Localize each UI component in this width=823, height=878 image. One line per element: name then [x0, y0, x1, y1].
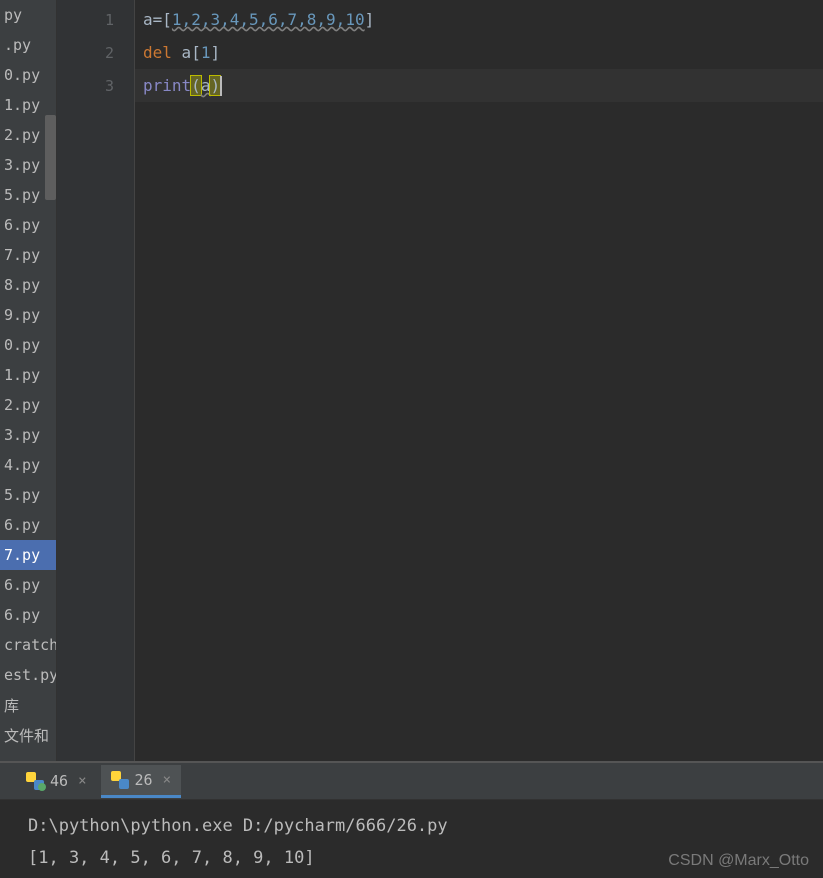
code-text-area[interactable]: a=[1,2,3,4,5,6,7,8,9,10] del a[1] print(… [135, 0, 823, 761]
run-tab-46[interactable]: 46 × [16, 766, 97, 796]
line-number: 1 [57, 3, 114, 36]
line-number: 3 [57, 69, 114, 102]
console-line: D:\python\python.exe D:/pycharm/666/26.p… [28, 810, 795, 842]
file-item[interactable]: .py [0, 30, 56, 60]
main-area: py.py0.py1.py2.py3.py5.py6.py7.py8.py9.p… [0, 0, 823, 761]
console-output[interactable]: D:\python\python.exe D:/pycharm/666/26.p… [0, 800, 823, 878]
file-list: py.py0.py1.py2.py3.py5.py6.py7.py8.py9.p… [0, 0, 56, 750]
file-item[interactable]: 0.py [0, 60, 56, 90]
run-tab-label: 46 [50, 772, 68, 790]
file-item[interactable]: py [0, 0, 56, 30]
close-icon[interactable]: × [163, 772, 171, 788]
code-line-1[interactable]: a=[1,2,3,4,5,6,7,8,9,10] [143, 3, 823, 36]
file-item[interactable]: 3.py [0, 420, 56, 450]
file-item[interactable]: 库 [0, 690, 56, 720]
file-item[interactable]: 7.py [0, 540, 56, 570]
file-item[interactable]: 9.py [0, 300, 56, 330]
file-item[interactable]: 0.py [0, 330, 56, 360]
file-item[interactable]: 6.py [0, 600, 56, 630]
run-panel: 46 × 26 × D:\python\python.exe D:/pychar… [0, 763, 823, 878]
line-number: 2 [57, 36, 114, 69]
code-editor[interactable]: 1 2 3 a=[1,2,3,4,5,6,7,8,9,10] del a[1] … [57, 0, 823, 761]
run-tab-label: 26 [135, 771, 153, 789]
file-item[interactable]: 8.py [0, 270, 56, 300]
sidebar-scrollbar[interactable] [45, 115, 56, 200]
file-item[interactable]: 7.py [0, 240, 56, 270]
run-tab-bar: 46 × 26 × [0, 763, 823, 800]
python-icon [111, 771, 129, 789]
line-number-gutter: 1 2 3 [57, 0, 135, 761]
run-tab-26[interactable]: 26 × [101, 765, 182, 798]
close-icon[interactable]: × [78, 773, 86, 789]
file-item[interactable]: 文件和 [0, 720, 56, 750]
file-item[interactable]: 2.py [0, 390, 56, 420]
file-item[interactable]: est.py [0, 660, 56, 690]
code-line-3[interactable]: print(a) [135, 69, 823, 102]
file-item[interactable]: 6.py [0, 510, 56, 540]
file-item[interactable]: 5.py [0, 480, 56, 510]
file-item[interactable]: 6.py [0, 570, 56, 600]
code-line-2[interactable]: del a[1] [143, 36, 823, 69]
file-item[interactable]: 1.py [0, 360, 56, 390]
project-sidebar: py.py0.py1.py2.py3.py5.py6.py7.py8.py9.p… [0, 0, 57, 761]
file-item[interactable]: cratch.p [0, 630, 56, 660]
file-item[interactable]: 4.py [0, 450, 56, 480]
watermark-text: CSDN @Marx_Otto [668, 852, 809, 870]
python-icon [26, 772, 44, 790]
file-item[interactable]: 6.py [0, 210, 56, 240]
text-cursor [220, 76, 222, 96]
